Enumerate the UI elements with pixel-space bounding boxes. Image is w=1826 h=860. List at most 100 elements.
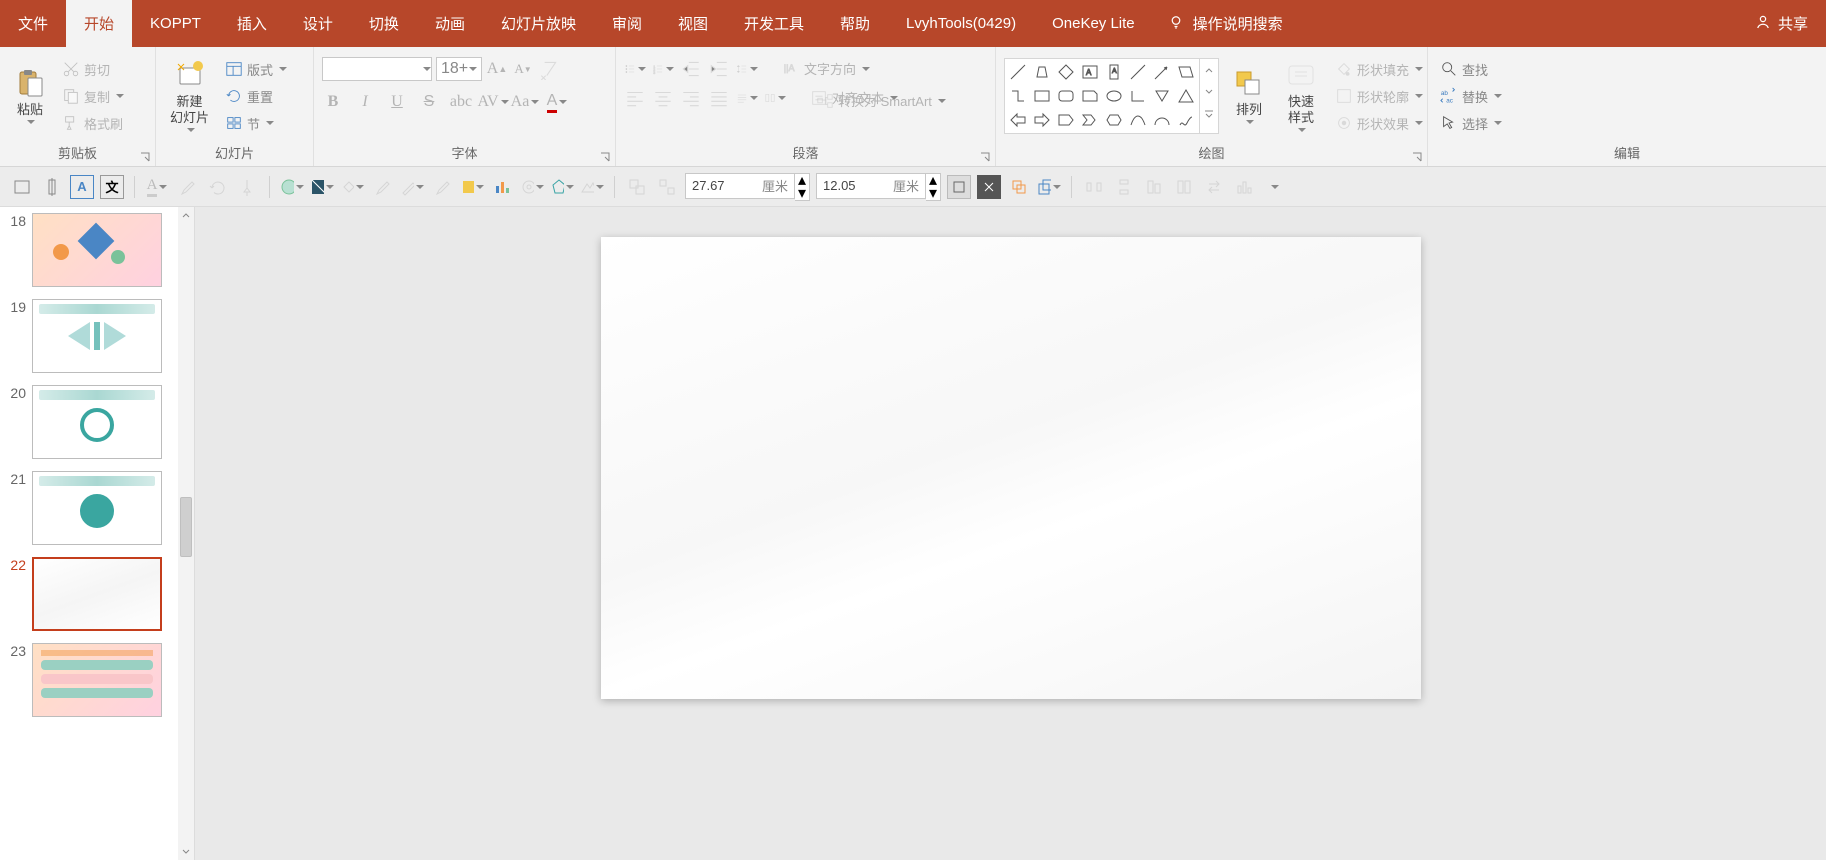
new-slide-button[interactable]: 新建 幻灯片: [164, 60, 215, 131]
tb-align-icon[interactable]: [40, 175, 64, 199]
slide-thumb-20[interactable]: 20: [0, 379, 194, 465]
text-shadow-button[interactable]: abc: [450, 91, 472, 113]
slide-thumb-19[interactable]: 19: [0, 293, 194, 379]
align-right-button[interactable]: [680, 87, 702, 109]
tab-transition[interactable]: 切换: [351, 0, 417, 47]
convert-smartart-button[interactable]: 转换为 SmartArt: [812, 89, 950, 112]
tb-chart-icon[interactable]: [490, 175, 514, 199]
slide-thumb-21[interactable]: 21: [0, 465, 194, 551]
copy-button[interactable]: 复制: [58, 85, 128, 108]
tab-design[interactable]: 设计: [285, 0, 351, 47]
tb-donut-icon[interactable]: [520, 175, 544, 199]
find-button[interactable]: 查找: [1436, 58, 1506, 81]
tab-review[interactable]: 审阅: [594, 0, 660, 47]
tb-circle-fill-icon[interactable]: [280, 175, 304, 199]
tab-devtools[interactable]: 开发工具: [726, 0, 822, 47]
tb-textbox-icon[interactable]: [10, 175, 34, 199]
tab-lvyhtools[interactable]: LvyhTools(0429): [888, 0, 1034, 47]
tb-letter-a-button[interactable]: A: [70, 175, 94, 199]
decrease-indent-button[interactable]: [680, 58, 702, 80]
tb-distribute-v-icon[interactable]: [1112, 175, 1136, 199]
font-size-combo[interactable]: 18+: [436, 57, 482, 81]
distribute-button[interactable]: [736, 87, 758, 109]
slide-thumb-22[interactable]: 22: [0, 551, 194, 637]
tb-eyedropper2-icon[interactable]: [370, 175, 394, 199]
share-button[interactable]: 共享: [1736, 13, 1826, 35]
tb-ungroup-icon[interactable]: [655, 175, 679, 199]
slide-panel-scrollbar[interactable]: [178, 207, 194, 860]
slide-thumb-18[interactable]: 18: [0, 207, 194, 293]
tb-highlight-icon[interactable]: [460, 175, 484, 199]
paste-button[interactable]: 粘贴: [8, 68, 52, 124]
tb-eyedropper-icon[interactable]: [175, 175, 199, 199]
clipboard-launcher[interactable]: [139, 150, 151, 162]
align-center-button[interactable]: [652, 87, 674, 109]
height-input[interactable]: 12.05厘米: [816, 173, 926, 199]
font-launcher[interactable]: [599, 150, 611, 162]
select-button[interactable]: 选择: [1436, 112, 1506, 135]
replace-button[interactable]: abac替换: [1436, 85, 1506, 108]
tb-mountain-icon[interactable]: [580, 175, 604, 199]
tab-slideshow[interactable]: 幻灯片放映: [483, 0, 594, 47]
drawing-launcher[interactable]: [1411, 150, 1423, 162]
tell-me-search[interactable]: 操作说明搜索: [1153, 13, 1297, 35]
increase-font-size-button[interactable]: A▲: [486, 58, 508, 80]
tb-letter-wen-button[interactable]: 文: [100, 175, 124, 199]
tb-copy-shape-icon[interactable]: [1007, 175, 1031, 199]
tab-koppt[interactable]: KOPPT: [132, 0, 219, 47]
tb-shape-icon[interactable]: [550, 175, 574, 199]
bullets-button[interactable]: [624, 58, 646, 80]
tb-align-objects-icon[interactable]: [1142, 175, 1166, 199]
tb-swap-icon[interactable]: [1202, 175, 1226, 199]
tab-insert[interactable]: 插入: [219, 0, 285, 47]
tb-eyedropper3-icon[interactable]: [430, 175, 454, 199]
section-button[interactable]: 节: [221, 112, 291, 135]
tb-distribute-h-icon[interactable]: [1082, 175, 1106, 199]
height-spinner[interactable]: ▴▾: [926, 173, 941, 201]
tb-lock-aspect-icon[interactable]: [947, 175, 971, 199]
decrease-font-size-button[interactable]: A▼: [512, 58, 534, 80]
current-slide[interactable]: [601, 237, 1421, 699]
tb-close-icon[interactable]: [977, 175, 1001, 199]
shapes-gallery-scroll[interactable]: [1200, 58, 1219, 134]
increase-indent-button[interactable]: [708, 58, 730, 80]
tb-stack-icon[interactable]: [1037, 175, 1061, 199]
format-painter-button[interactable]: 格式刷: [58, 112, 128, 135]
tab-file[interactable]: 文件: [0, 0, 66, 47]
arrange-button[interactable]: 排列: [1227, 68, 1271, 124]
tab-view[interactable]: 视图: [660, 0, 726, 47]
slide-canvas-area[interactable]: [195, 207, 1826, 860]
justify-button[interactable]: [708, 87, 730, 109]
strikethrough-button[interactable]: S: [418, 91, 440, 113]
tab-animation[interactable]: 动画: [417, 0, 483, 47]
character-spacing-button[interactable]: AV: [482, 91, 504, 113]
tab-onekey-lite[interactable]: OneKey Lite: [1034, 0, 1153, 47]
reset-button[interactable]: 重置: [221, 85, 291, 108]
tab-home[interactable]: 开始: [66, 0, 132, 47]
layout-button[interactable]: 版式: [221, 58, 291, 81]
tb-theme-color-icon[interactable]: [310, 175, 334, 199]
shape-outline-button[interactable]: 形状轮廓: [1331, 85, 1427, 108]
tb-same-size-icon[interactable]: [1172, 175, 1196, 199]
font-color-button[interactable]: A: [546, 91, 568, 113]
change-case-button[interactable]: Aa: [514, 91, 536, 113]
tb-more-icon[interactable]: [1262, 175, 1286, 199]
italic-button[interactable]: I: [354, 91, 376, 113]
bold-button[interactable]: B: [322, 91, 344, 113]
tb-pin-icon[interactable]: [235, 175, 259, 199]
tb-group-icon[interactable]: [625, 175, 649, 199]
tb-font-color-icon[interactable]: A: [145, 175, 169, 199]
align-left-button[interactable]: [624, 87, 646, 109]
width-spinner[interactable]: ▴▾: [795, 173, 810, 201]
shape-fill-button[interactable]: 形状填充: [1331, 58, 1427, 81]
clear-formatting-button[interactable]: [538, 58, 560, 80]
text-direction-button[interactable]: ||A 文字方向: [778, 57, 874, 80]
tb-bucket-icon[interactable]: [340, 175, 364, 199]
width-input[interactable]: 27.67厘米: [685, 173, 795, 199]
shape-effects-button[interactable]: 形状效果: [1331, 112, 1427, 135]
underline-button[interactable]: U: [386, 91, 408, 113]
quick-styles-button[interactable]: 快速样式: [1279, 60, 1323, 131]
slide-thumb-23[interactable]: 23: [0, 637, 194, 723]
paragraph-launcher[interactable]: [979, 150, 991, 162]
shapes-gallery[interactable]: A A: [1004, 58, 1200, 134]
